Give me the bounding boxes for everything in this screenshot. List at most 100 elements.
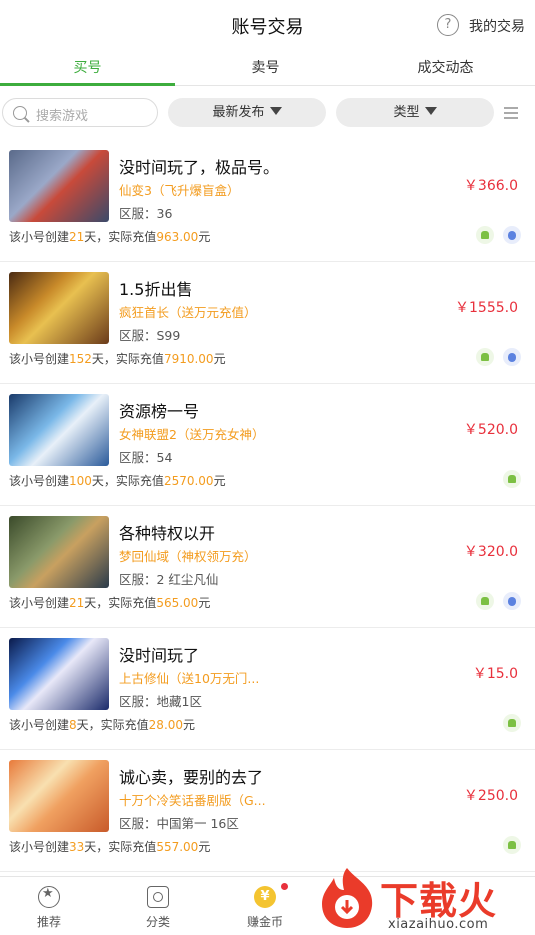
triangle-down-icon <box>424 107 437 115</box>
android-icon <box>476 592 494 610</box>
listing-stats: 该小号创建21天，实际充值963.00元 <box>9 228 210 245</box>
list-view-icon[interactable] <box>504 106 518 120</box>
stats-days: 33 <box>69 840 85 854</box>
stats-prefix: 该小号创建 <box>9 840 70 854</box>
help-icon[interactable]: ? <box>437 14 459 36</box>
game-screenshot <box>9 150 109 222</box>
stats-prefix: 该小号创建 <box>9 230 70 244</box>
game-screenshot <box>9 638 109 710</box>
stats-days: 21 <box>69 596 85 610</box>
listing-price: ￥15.0 <box>472 666 518 682</box>
stats-amount: 7910.00 <box>163 352 214 366</box>
nav-label: 赚金币 <box>246 915 283 929</box>
stats-mid: 天，实际充值 <box>84 230 157 244</box>
stats-days: 21 <box>69 230 85 244</box>
listing-game: 疯狂首长（送万元充值） <box>119 305 257 320</box>
listing-title: 各种特权以开 <box>119 524 216 543</box>
listing-title: 没时间玩了，极品号。 <box>119 158 280 177</box>
my-trades-link[interactable]: 我的交易 <box>469 16 525 36</box>
listing-server: 区服：2 红尘凡仙 <box>119 572 219 587</box>
stats-suffix: 元 <box>213 474 226 488</box>
sort-label: 最新发布 <box>212 105 265 120</box>
listing-card[interactable]: 没时间玩了，极品号。仙变3（飞升爆盲盒） 区服：36 ￥366.0 该小号创建21天，… <box>0 140 535 262</box>
sort-dropdown[interactable]: 最新发布 <box>168 98 326 127</box>
stats-mid: 天，实际充值 <box>84 840 157 854</box>
android-icon <box>503 470 521 488</box>
nav-recommend[interactable]: 推荐 <box>0 877 104 935</box>
android-icon <box>503 714 521 732</box>
stats-mid: 天，实际充值 <box>84 596 157 610</box>
game-screenshot <box>9 272 109 344</box>
listing-title: 资源榜一号 <box>119 402 200 421</box>
stats-amount: 28.00 <box>148 718 184 732</box>
tab-deals[interactable]: 成交动态 <box>358 52 533 86</box>
listing-server: 区服：54 <box>119 450 173 465</box>
type-dropdown[interactable]: 类型 <box>336 98 494 127</box>
listing-stats: 该小号创建33天，实际充值557.00元 <box>9 838 210 855</box>
stats-amount: 2570.00 <box>163 474 214 488</box>
type-label: 类型 <box>393 105 420 120</box>
listing-server: 区服：地藏1区 <box>119 694 202 709</box>
flame-logo-icon <box>322 868 373 928</box>
listing-game: 女神联盟2（送万充女神） <box>119 427 265 442</box>
apple-icon <box>503 348 521 366</box>
stats-suffix: 元 <box>198 230 211 244</box>
filter-bar: 搜索游戏 最新发布 类型 <box>0 98 535 128</box>
listing-stats: 该小号创建100天，实际充值2570.00元 <box>9 472 226 489</box>
android-icon <box>476 226 494 244</box>
stats-prefix: 该小号创建 <box>9 718 70 732</box>
stats-mid: 天，实际充值 <box>91 474 164 488</box>
apple-icon <box>503 226 521 244</box>
search-placeholder: 搜索游戏 <box>36 109 89 124</box>
listing-game: 上古修仙（送10万无门... <box>119 671 260 686</box>
top-bar: 账号交易 ? 我的交易 <box>0 0 535 50</box>
category-icon <box>147 886 169 908</box>
stats-days: 152 <box>69 352 92 366</box>
active-tab-indicator <box>0 83 175 86</box>
listing-card[interactable]: 没时间玩了 上古修仙（送10万无门... 区服：地藏1区 ￥15.0 该小号创建8天，实… <box>0 628 535 750</box>
stats-suffix: 元 <box>198 840 211 854</box>
listing-card[interactable]: 资源榜一号女神联盟2（送万充女神） 区服：54 ￥520.0 该小号创建100天，实际… <box>0 384 535 506</box>
tab-bar: 买号 卖号 成交动态 <box>0 52 535 86</box>
listing-card[interactable]: 1.5折出售 疯狂首长（送万元充值） 区服：S99 ￥1555.0 该小号创建152天，… <box>0 262 535 384</box>
listing-card[interactable]: 诚心卖，要别的去了 十万个冷笑话番剧版（G... 区服：中国第一 16区 ￥250.0… <box>0 750 535 872</box>
nav-category[interactable]: 分类 <box>103 877 213 935</box>
listing-game: 仙变3（飞升爆盲盒） <box>119 183 240 198</box>
stats-prefix: 该小号创建 <box>9 352 70 366</box>
listing-price: ￥1555.0 <box>455 300 518 316</box>
stats-suffix: 元 <box>183 718 196 732</box>
nav-label: 分类 <box>145 915 170 929</box>
android-icon <box>476 348 494 366</box>
stats-prefix: 该小号创建 <box>9 596 70 610</box>
stats-mid: 天，实际充值 <box>91 352 164 366</box>
apple-icon <box>503 592 521 610</box>
listing-stats: 该小号创建21天，实际充值565.00元 <box>9 594 210 611</box>
watermark-logo: 下载火 xiazaihuo.com <box>316 862 535 935</box>
listing-price: ￥520.0 <box>463 422 518 438</box>
stats-mid: 天，实际充值 <box>76 718 149 732</box>
listing-card[interactable]: 各种特权以开 梦回仙域（神权领万充） 区服：2 红尘凡仙 ￥320.0 该小号创建21天… <box>0 506 535 628</box>
game-screenshot <box>9 760 109 832</box>
star-circle-icon <box>38 886 60 908</box>
listing-price: ￥250.0 <box>463 788 518 804</box>
game-screenshot <box>9 394 109 466</box>
stats-suffix: 元 <box>213 352 226 366</box>
stats-amount: 963.00 <box>156 230 199 244</box>
stats-days: 8 <box>69 718 77 732</box>
listing-price: ￥366.0 <box>463 178 518 194</box>
search-input[interactable]: 搜索游戏 <box>2 98 158 127</box>
listing-server: 区服：中国第一 16区 <box>119 816 239 831</box>
tab-sell[interactable]: 卖号 <box>178 52 353 86</box>
listing-stats: 该小号创建152天，实际充值7910.00元 <box>9 350 226 367</box>
stats-amount: 557.00 <box>156 840 199 854</box>
stats-days: 100 <box>69 474 92 488</box>
coin-icon: ¥ <box>254 886 276 908</box>
stats-suffix: 元 <box>198 596 211 610</box>
stats-amount: 565.00 <box>156 596 199 610</box>
tab-buy[interactable]: 买号 <box>0 52 175 86</box>
nav-earn-coins[interactable]: ¥ 赚金币 <box>210 877 320 935</box>
android-icon <box>503 836 521 854</box>
game-screenshot <box>9 516 109 588</box>
triangle-down-icon <box>269 107 282 115</box>
listing-server: 区服：36 <box>119 206 173 221</box>
